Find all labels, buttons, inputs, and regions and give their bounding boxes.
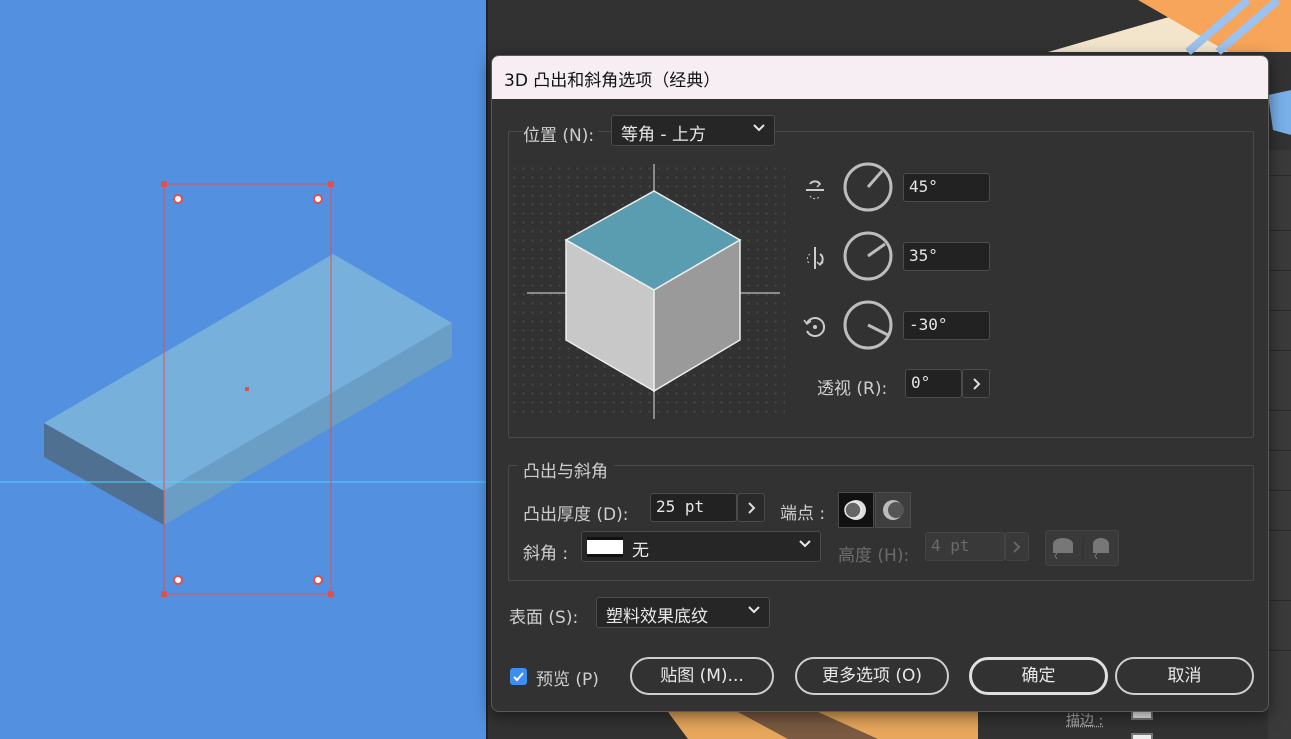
extrude-depth-slider-button[interactable] xyxy=(737,493,765,522)
checkmark-icon xyxy=(513,672,524,682)
canvas-artwork xyxy=(0,181,488,597)
bevel-height-field[interactable]: 4 pt xyxy=(925,532,1005,561)
rotate-x-axis-icon xyxy=(806,180,824,200)
bevel-height-label: 高度 (H): xyxy=(838,546,910,566)
perspective-slider-button[interactable] xyxy=(962,369,990,398)
map-art-button[interactable]: 贴图 (M)... xyxy=(630,657,774,695)
fill-swatch[interactable] xyxy=(1131,733,1153,739)
dialog-title: 3D 凸出和斜角选项（经典） xyxy=(492,56,1268,99)
ok-button[interactable]: 确定 xyxy=(969,657,1108,695)
cap-off-button[interactable] xyxy=(875,492,911,528)
artboard-canvas[interactable] xyxy=(0,0,488,739)
cap-on-icon xyxy=(844,500,866,520)
bevel-label: 斜角 : xyxy=(523,544,569,564)
preview-checkbox[interactable] xyxy=(510,668,527,685)
chevron-right-icon xyxy=(748,502,756,514)
extrude-depth-label: 凸出厚度 (D): xyxy=(523,505,629,525)
bevel-preview-swatch xyxy=(587,537,623,557)
chevron-down-icon xyxy=(799,540,811,548)
cap-off-icon xyxy=(883,500,904,520)
rotate-y-dial[interactable] xyxy=(842,230,894,282)
extrude-depth-field[interactable]: 25 pt xyxy=(650,493,737,522)
chevron-down-icon xyxy=(748,606,760,614)
rotation-track-area[interactable] xyxy=(510,164,785,419)
rotate-x-field[interactable]: 45° xyxy=(903,173,990,202)
position-value: 等角 - 上方 xyxy=(621,125,706,145)
extrude-bevel-group-title: 凸出与斜角 xyxy=(517,457,614,482)
extrude-bevel-dialog: 3D 凸出和斜角选项（经典） 位置 (N): 等角 - 上方 45° 35° -… xyxy=(491,55,1269,712)
position-select[interactable]: 等角 - 上方 xyxy=(611,115,775,146)
rotate-x-dial[interactable] xyxy=(842,161,894,213)
perspective-label: 透视 (R): xyxy=(817,379,888,399)
cancel-button[interactable]: 取消 xyxy=(1115,657,1254,695)
preview-label[interactable]: 预览 (P) xyxy=(536,665,599,690)
rotate-z-field[interactable]: -30° xyxy=(903,311,990,340)
more-options-button[interactable]: 更多选项 (O) xyxy=(795,657,949,695)
properties-panel-edge xyxy=(1268,150,1291,739)
cap-on-button[interactable] xyxy=(838,492,874,528)
rotate-y-field[interactable]: 35° xyxy=(903,242,990,271)
bevel-height-slider-button[interactable] xyxy=(1005,532,1029,561)
surface-value: 塑料效果底纹 xyxy=(606,607,708,627)
surface-select[interactable]: 塑料效果底纹 xyxy=(596,597,770,628)
rotate-y-axis-icon xyxy=(806,247,824,269)
chevron-right-icon xyxy=(973,378,981,390)
chevron-right-icon xyxy=(1013,541,1021,553)
perspective-field[interactable]: 0° xyxy=(905,369,962,398)
bevel-direction-buttons xyxy=(1045,530,1119,566)
rotate-z-axis-icon xyxy=(803,317,826,337)
stroke-label: 描边 : xyxy=(1066,713,1104,729)
surface-label: 表面 (S): xyxy=(509,608,579,628)
bevel-select[interactable]: 无 xyxy=(581,531,821,562)
bevel-in-out-icons[interactable] xyxy=(1046,531,1120,567)
bevel-height-value: 4 pt xyxy=(931,536,970,555)
position-label: 位置 (N): xyxy=(523,121,599,146)
rotation-cube[interactable] xyxy=(510,164,785,419)
chevron-down-icon xyxy=(753,124,765,132)
cap-label: 端点 : xyxy=(780,504,826,524)
rotate-z-dial[interactable] xyxy=(842,299,894,351)
